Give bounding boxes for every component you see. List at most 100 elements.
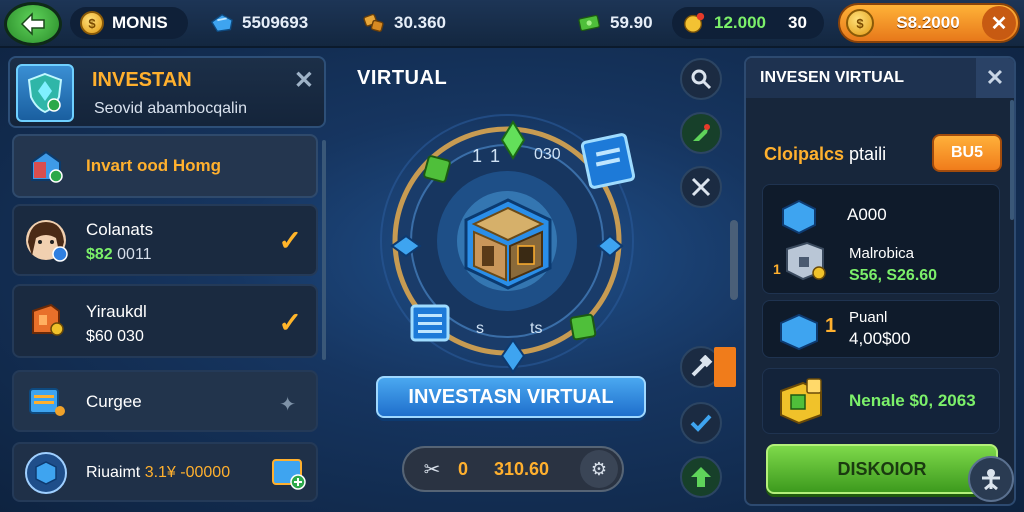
detail-value: 4,00$00: [849, 329, 911, 348]
shard-counter[interactable]: 30.360: [352, 7, 482, 39]
item-name: Invart ood Homg: [86, 156, 222, 175]
detail-row: A000: [777, 195, 887, 240]
premium-currency-bar[interactable]: $ S8.2000 ✕: [838, 3, 1020, 43]
premium-value: S8.2000: [896, 13, 960, 32]
detail-card[interactable]: A000 1 Malrobica S56, S26.60: [762, 184, 1000, 294]
gem-icon[interactable]: [500, 120, 526, 165]
list-item[interactable]: Riuaimt 3.1¥ -00000: [12, 442, 318, 502]
buy-badge[interactable]: BU5: [932, 134, 1002, 172]
top-bar: $ MONIS 5509693 30.360 59.90 12.000 30 $…: [0, 0, 1024, 48]
energy-counter[interactable]: 12.000 30: [672, 7, 824, 39]
tools-icon[interactable]: [680, 166, 722, 208]
cube-icon: [777, 195, 821, 240]
item-name: Colanats: [86, 220, 154, 239]
cash-icon: [578, 11, 602, 35]
close-icon[interactable]: ✕: [976, 58, 1014, 98]
coin-icon: $: [846, 9, 874, 37]
ring-label: 1: [490, 146, 501, 166]
upgrade-arrow-icon[interactable]: [680, 456, 722, 498]
document-icon[interactable]: [580, 132, 636, 195]
rocket-icon[interactable]: [680, 112, 722, 154]
list-item[interactable]: Invart ood Homg: [12, 134, 318, 198]
gem-icon[interactable]: [500, 338, 526, 379]
item-name: Yiraukdl: [86, 302, 147, 321]
notification-tab[interactable]: [714, 347, 736, 387]
document-icon[interactable]: [408, 302, 452, 349]
item-price-b: 0011: [117, 246, 152, 263]
list-item[interactable]: Curgee ✦: [12, 370, 318, 432]
panel-title: INVESTAN: [92, 69, 192, 91]
gold-value: MONIS: [112, 13, 168, 32]
gem-value: 5509693: [242, 13, 309, 32]
cash-counter[interactable]: 59.90: [568, 7, 668, 39]
machine-icon: 1: [773, 239, 833, 288]
investment-list-panel: INVESTAN Seovid abambocqalin ✕ Invart oo…: [8, 56, 330, 508]
cash-value: 59.90: [610, 13, 653, 32]
vault-icon: [773, 375, 829, 434]
amount-zero: 0: [458, 458, 469, 479]
panel-subtitle: Seovid abambocqalin: [94, 100, 247, 117]
gem-counter[interactable]: 5509693: [200, 7, 330, 39]
item-price: $82 0011: [86, 246, 152, 264]
avatar: [24, 218, 68, 262]
page-title: VIRTUAL: [357, 67, 448, 89]
panel-title: INVESEN VIRTUAL: [760, 69, 905, 86]
investment-ring: 1 1 030 s ts: [372, 106, 642, 376]
check-icon[interactable]: ✓: [279, 306, 302, 339]
detail-price: S56, S26.60: [849, 267, 938, 284]
close-icon[interactable]: ✕: [982, 6, 1016, 40]
detail-name: Malrobica: [849, 245, 915, 262]
emerald-icon[interactable]: [568, 312, 598, 347]
section-title-a: Cloipalcs: [764, 144, 845, 164]
investment-chest-icon[interactable]: [452, 184, 564, 301]
shards-icon: [362, 11, 386, 35]
wrench-icon[interactable]: ✦: [279, 392, 296, 417]
close-icon[interactable]: ✕: [294, 66, 314, 95]
detail-card[interactable]: Nenale $0, 2063: [762, 368, 1000, 434]
item-price-a: $82: [86, 246, 113, 263]
discover-button[interactable]: DISKOIOR: [766, 444, 998, 494]
item-price: $60 030: [86, 328, 144, 345]
section-title-b: ptaili: [849, 144, 887, 164]
list-item[interactable]: Colanats $82 0011 ✓: [12, 204, 318, 276]
panel-header: INVESEN VIRTUAL ✕: [746, 58, 1014, 98]
settings-icon[interactable]: ⚙: [580, 450, 618, 488]
check-icon[interactable]: [680, 402, 722, 444]
gem-icon[interactable]: [390, 234, 422, 263]
item-label: Riuaimt: [86, 464, 141, 481]
ring-label: 030: [534, 146, 561, 163]
list-item[interactable]: Yiraukdl $60 030 ✓: [12, 284, 318, 358]
detail-card[interactable]: 1 Puanl 4,00$00: [762, 300, 1000, 358]
detail-name: Nenale $0, 2063: [849, 391, 976, 410]
energy-value: 12.000: [714, 13, 766, 32]
ring-label: s: [476, 320, 484, 337]
scrollbar[interactable]: [322, 140, 326, 360]
check-icon[interactable]: ✓: [279, 224, 302, 257]
detail-row: 1 Malrobica S56, S26.60: [773, 239, 937, 288]
detail-value: A000: [847, 205, 887, 224]
detail-qty: 1: [825, 315, 837, 337]
cube-icon: [777, 309, 821, 356]
cargo-icon: [24, 380, 68, 424]
scrollbar[interactable]: [1010, 100, 1014, 220]
panel-header: INVESTAN Seovid abambocqalin ✕: [8, 56, 326, 128]
invest-virtual-button[interactable]: INVESTASN VIRTUAL: [376, 376, 646, 418]
crate-icon: [24, 451, 68, 495]
emerald-icon[interactable]: [422, 154, 452, 189]
scrollbar[interactable]: [730, 220, 738, 300]
back-button[interactable]: [4, 2, 62, 46]
gift-icon[interactable]: [270, 454, 306, 490]
gold-counter[interactable]: $ MONIS: [70, 7, 188, 39]
amount-value: 310.60: [494, 458, 550, 479]
tools-icon[interactable]: ✂: [414, 457, 450, 482]
coin-icon: $: [80, 11, 104, 35]
shield-icon: [16, 64, 74, 122]
help-icon[interactable]: [968, 456, 1014, 502]
item-name: Curgee: [86, 392, 142, 411]
gem-icon[interactable]: [596, 234, 624, 263]
detail-qty: 1: [773, 261, 781, 277]
amount-bar: ✂ 0 310.60 ⚙: [402, 446, 624, 492]
energy-extra: 30: [788, 13, 807, 32]
search-icon[interactable]: [680, 58, 722, 100]
arrow-left-icon: [20, 12, 45, 36]
